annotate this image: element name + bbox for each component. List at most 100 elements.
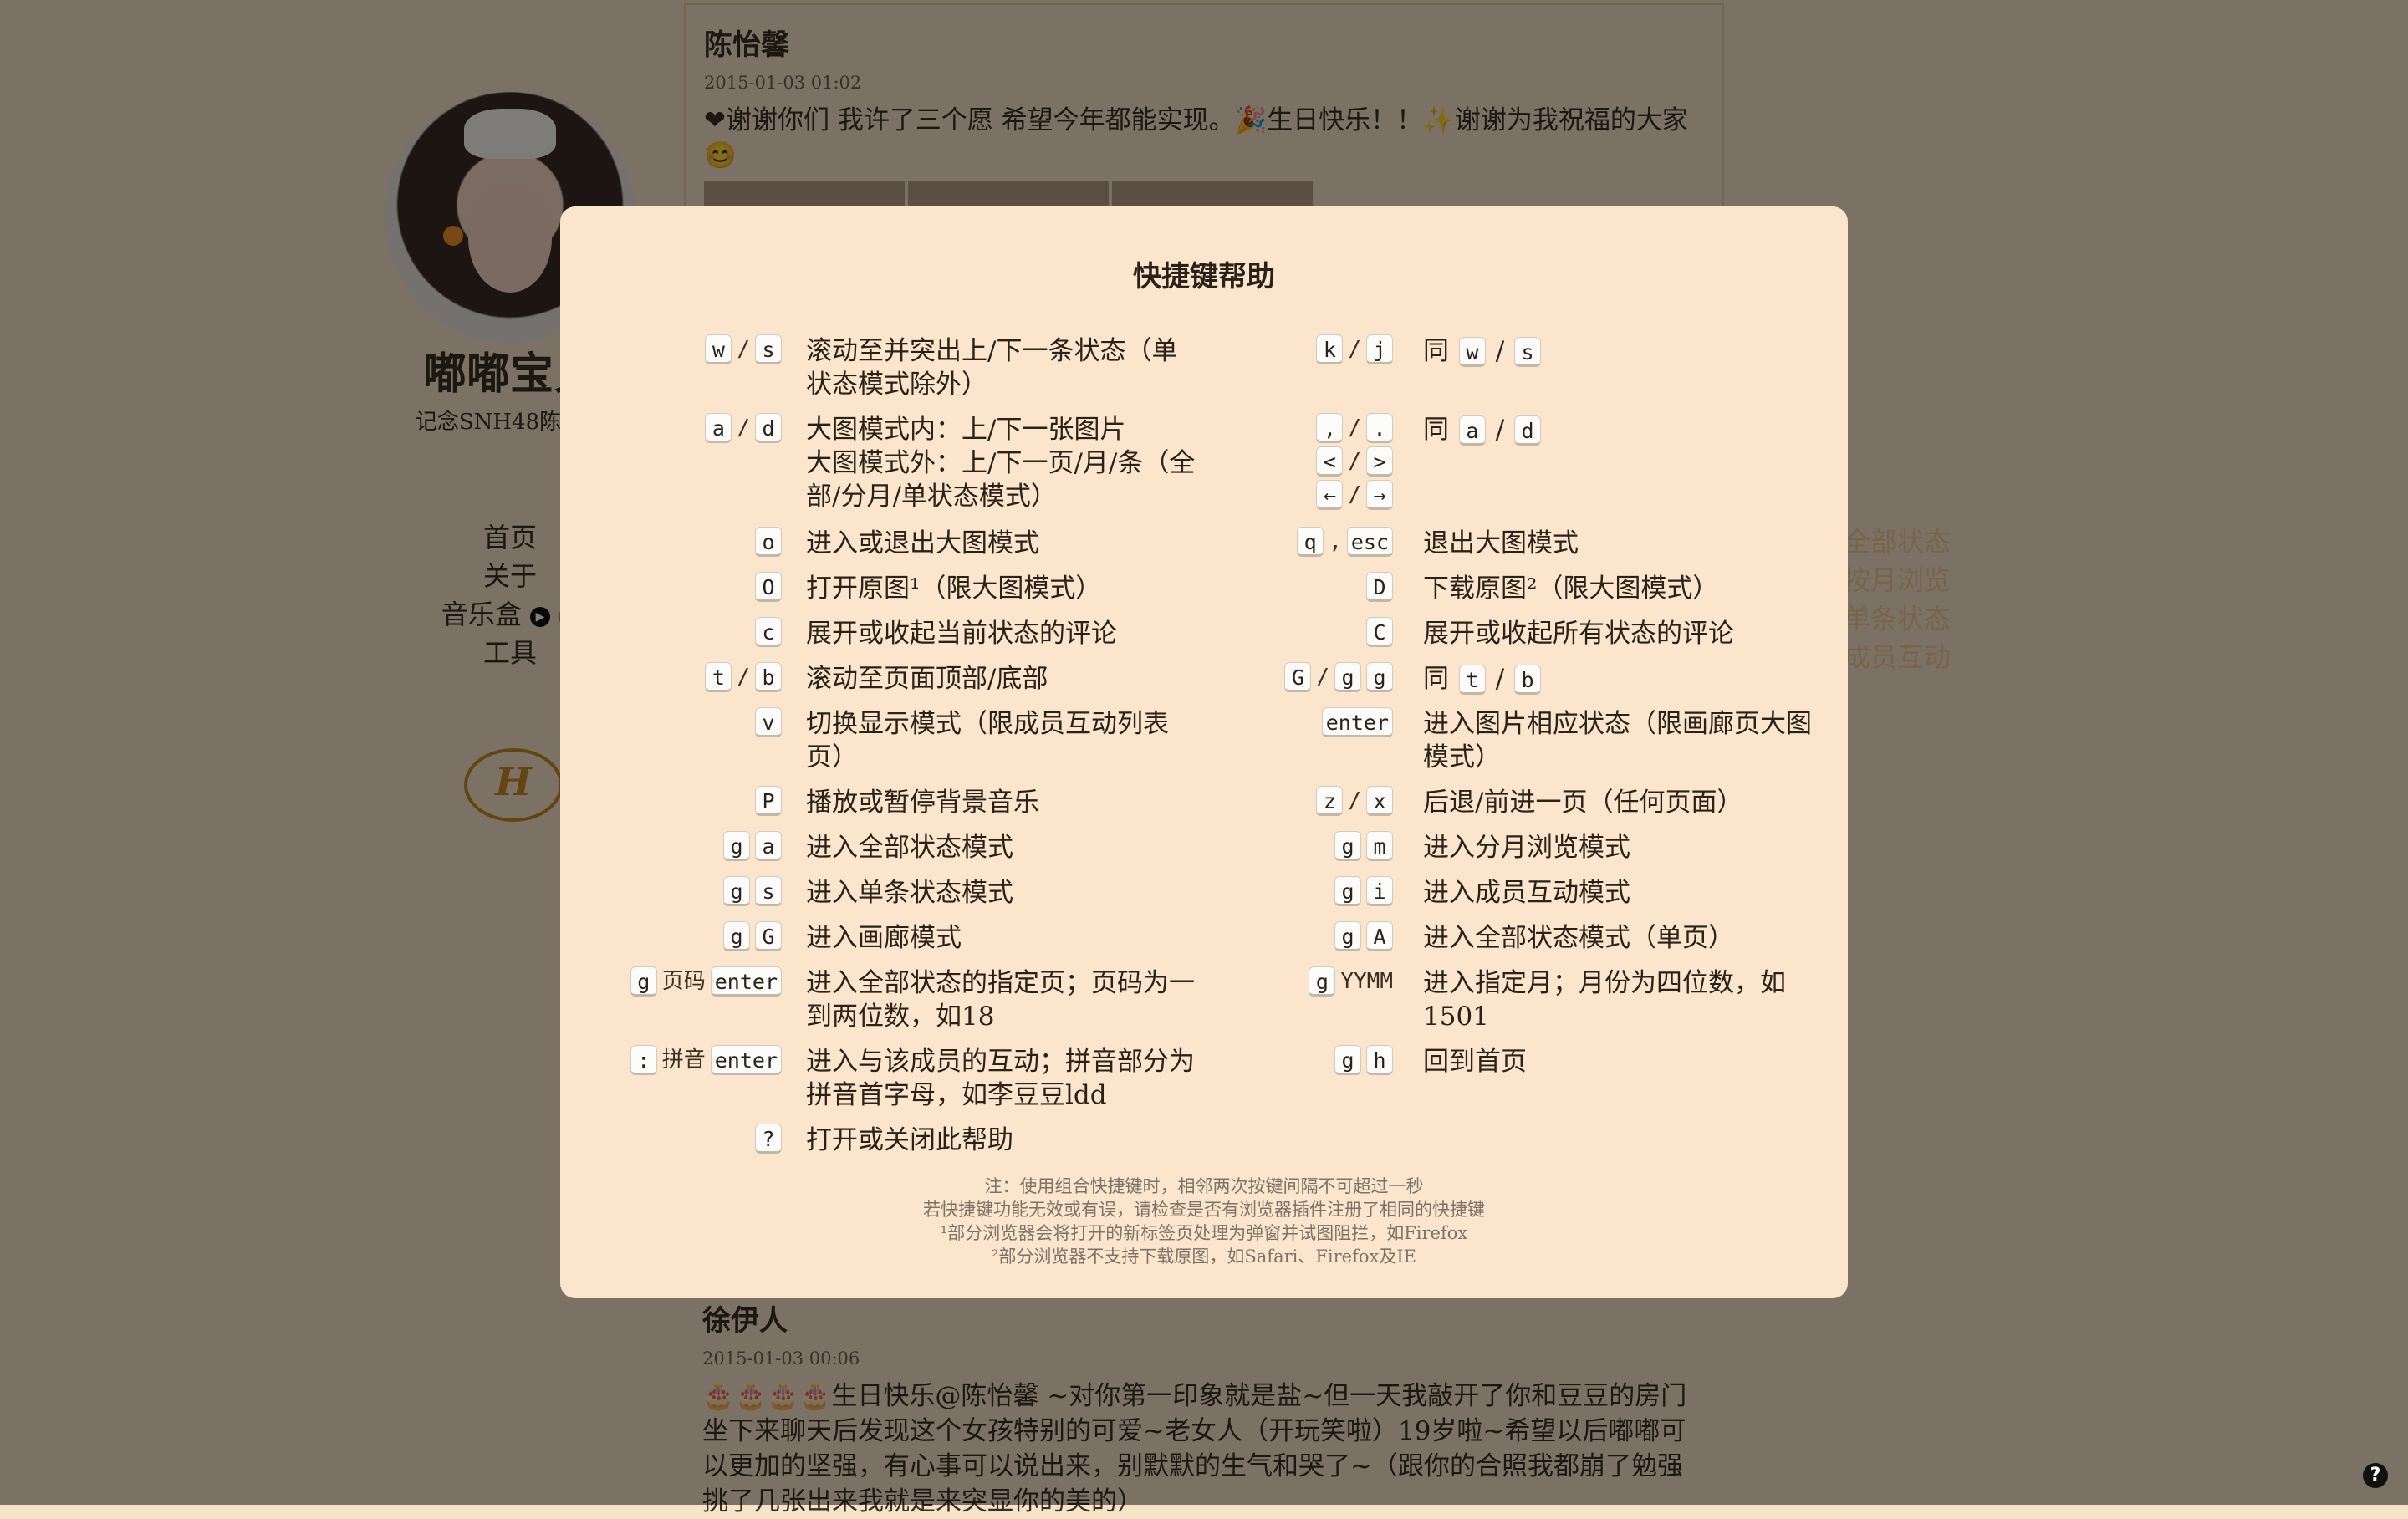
shortcut-keys: enter — [1196, 707, 1393, 737]
desc-prefix: 同 — [1423, 664, 1449, 694]
key: d — [755, 413, 782, 443]
key: D — [1366, 572, 1393, 602]
shortcut-row: g G 进入画廊模式 g A 进入全部状态模式（单页） — [560, 921, 1848, 963]
key: C — [1366, 617, 1393, 647]
shortcut-row: o 进入或退出大图模式 q , esc 退出大图模式 — [560, 527, 1848, 568]
key-group: < / > — [1316, 446, 1393, 477]
shortcut-row: w / s 滚动至并突出上/下一条状态（单状态模式除外） k / j 同 w /… — [560, 334, 1848, 400]
shortcut-keys: G / g g — [1196, 662, 1393, 692]
shortcut-description: 同 t / b — [1423, 662, 1816, 696]
key-placeholder: 拼音 — [661, 1047, 706, 1073]
key: g — [1334, 662, 1361, 692]
key: k — [1316, 334, 1344, 364]
key: o — [755, 527, 782, 557]
key: z — [1316, 786, 1344, 816]
shortcut-keys: , / . < / > ← / → — [1196, 413, 1393, 510]
shortcut-description: 切换显示模式（限成员互动列表页） — [806, 709, 1169, 772]
key-separator: / — [1348, 337, 1361, 362]
shortcut-description: 打开原图¹（限大图模式） — [806, 573, 1102, 604]
shortcut-row: g a 进入全部状态模式 g m 进入分月浏览模式 — [560, 831, 1848, 873]
key: > — [1366, 446, 1393, 477]
key-separator: / — [1495, 415, 1505, 445]
key: q — [1297, 527, 1324, 557]
shortcut-description: 展开或收起当前状态的评论 — [806, 619, 1117, 649]
shortcut-description: 进入与该成员的互动；拼音部分为拼音首字母，如李豆豆ldd — [806, 1047, 1195, 1110]
shortcut-keys: O — [560, 572, 782, 602]
shortcut-description: 进入指定月；月份为四位数，如1501 — [1423, 968, 1786, 1032]
key: b — [1514, 665, 1542, 695]
key: , — [1316, 413, 1344, 443]
shortcut-description: 进入或退出大图模式 — [806, 528, 1039, 558]
key: c — [755, 617, 782, 647]
key: enter — [1321, 707, 1393, 737]
key-separator: / — [1348, 788, 1361, 813]
shortcut-description: 播放或暂停背景音乐 — [806, 788, 1039, 818]
help-notes: 注：使用组合快捷键时，相邻两次按键间隔不可超过一秒 若快捷键功能无效或有误，请检… — [560, 1175, 1848, 1268]
key: g — [1334, 831, 1361, 861]
key: . — [1366, 413, 1393, 443]
key: O — [755, 572, 782, 602]
key-group: ← / → — [1316, 480, 1393, 510]
shortcut-keys: t / b — [560, 662, 782, 692]
shortcut-row: a / d 大图模式内：上/下一张图片 大图模式外：上/下一页/月/条（全部/分… — [560, 413, 1848, 512]
shortcut-help-modal: 快捷键帮助 w / s 滚动至并突出上/下一条状态（单状态模式除外） k / j… — [560, 206, 1848, 1298]
shortcut-row: t / b 滚动至页面顶部/底部 G / g g 同 t / b — [560, 662, 1848, 704]
shortcut-description: 进入单条状态模式 — [806, 878, 1013, 908]
shortcut-keys: g G — [560, 921, 782, 951]
key-separator: / — [1348, 415, 1361, 441]
shortcut-description: 回到首页 — [1423, 1047, 1527, 1077]
key: enter — [710, 966, 782, 997]
key-group: , / . — [1316, 413, 1393, 443]
shortcut-row: : 拼音 enter 进入与该成员的互动；拼音部分为拼音首字母，如李豆豆ldd … — [560, 1045, 1848, 1110]
shortcut-keys: w / s — [560, 334, 782, 364]
shortcut-keys: C — [1196, 617, 1393, 647]
shortcut-description: 下载原图²（限大图模式） — [1423, 573, 1719, 604]
shortcut-keys: g a — [560, 831, 782, 861]
key: v — [755, 707, 782, 737]
modal-title: 快捷键帮助 — [1133, 260, 1275, 293]
key: < — [1316, 446, 1344, 477]
key: s — [1514, 337, 1542, 367]
key: G — [1284, 662, 1312, 692]
key: a — [1458, 415, 1486, 446]
key-separator: / — [1316, 665, 1329, 690]
desc-prefix: 同 — [1423, 415, 1449, 445]
key: A — [1366, 921, 1393, 951]
shortcut-description: 进入全部状态的指定页；页码为一到两位数，如18 — [806, 968, 1195, 1032]
key: g — [723, 921, 750, 951]
key: : — [630, 1045, 657, 1075]
note-line: ²部分浏览器不支持下载原图，如Safari、Firefox及IE — [991, 1246, 1416, 1267]
key: g — [1334, 1045, 1361, 1075]
note-line: 若快捷键功能无效或有误，请检查是否有浏览器插件注册了相同的快捷键 — [923, 1200, 1485, 1220]
shortcut-row: v 切换显示模式（限成员互动列表页） enter 进入图片相应状态（限画廊页大图… — [560, 707, 1848, 772]
shortcut-description: 后退/前进一页（任何页面） — [1423, 788, 1743, 818]
key: x — [1366, 786, 1393, 816]
key: ? — [755, 1124, 782, 1154]
key-separator: / — [737, 337, 750, 362]
key: g — [723, 876, 750, 906]
key: m — [1366, 831, 1393, 861]
key: a — [755, 831, 782, 861]
shortcut-row: c 展开或收起当前状态的评论 C 展开或收起所有状态的评论 — [560, 617, 1848, 659]
key: esc — [1346, 527, 1393, 557]
key-separator: / — [1348, 482, 1361, 507]
key-separator: / — [1495, 336, 1505, 366]
key: G — [755, 921, 782, 951]
key: → — [1366, 480, 1393, 510]
shortcut-description: 滚动至页面顶部/底部 — [806, 664, 1048, 694]
shortcut-keys: z / x — [1196, 786, 1393, 816]
key: b — [755, 662, 782, 692]
key: s — [755, 334, 782, 364]
key: ← — [1316, 480, 1344, 510]
shortcut-description: 同 w / s — [1423, 334, 1816, 368]
key: t — [705, 662, 732, 692]
shortcut-row: g s 进入单条状态模式 g i 进入成员互动模式 — [560, 876, 1848, 918]
shortcut-description: 进入分月浏览模式 — [1423, 833, 1630, 863]
help-icon[interactable]: ? — [2363, 1463, 2388, 1488]
key: g — [1309, 966, 1336, 997]
shortcut-description: 进入全部状态模式（单页） — [1423, 923, 1734, 953]
note-line: ¹部分浏览器会将打开的新标签页处理为弹窗并试图阻拦，如Firefox — [940, 1223, 1468, 1243]
shortcut-keys: ? — [560, 1124, 782, 1154]
key-separator: / — [1495, 664, 1505, 694]
shortcut-keys: g m — [1196, 831, 1393, 861]
